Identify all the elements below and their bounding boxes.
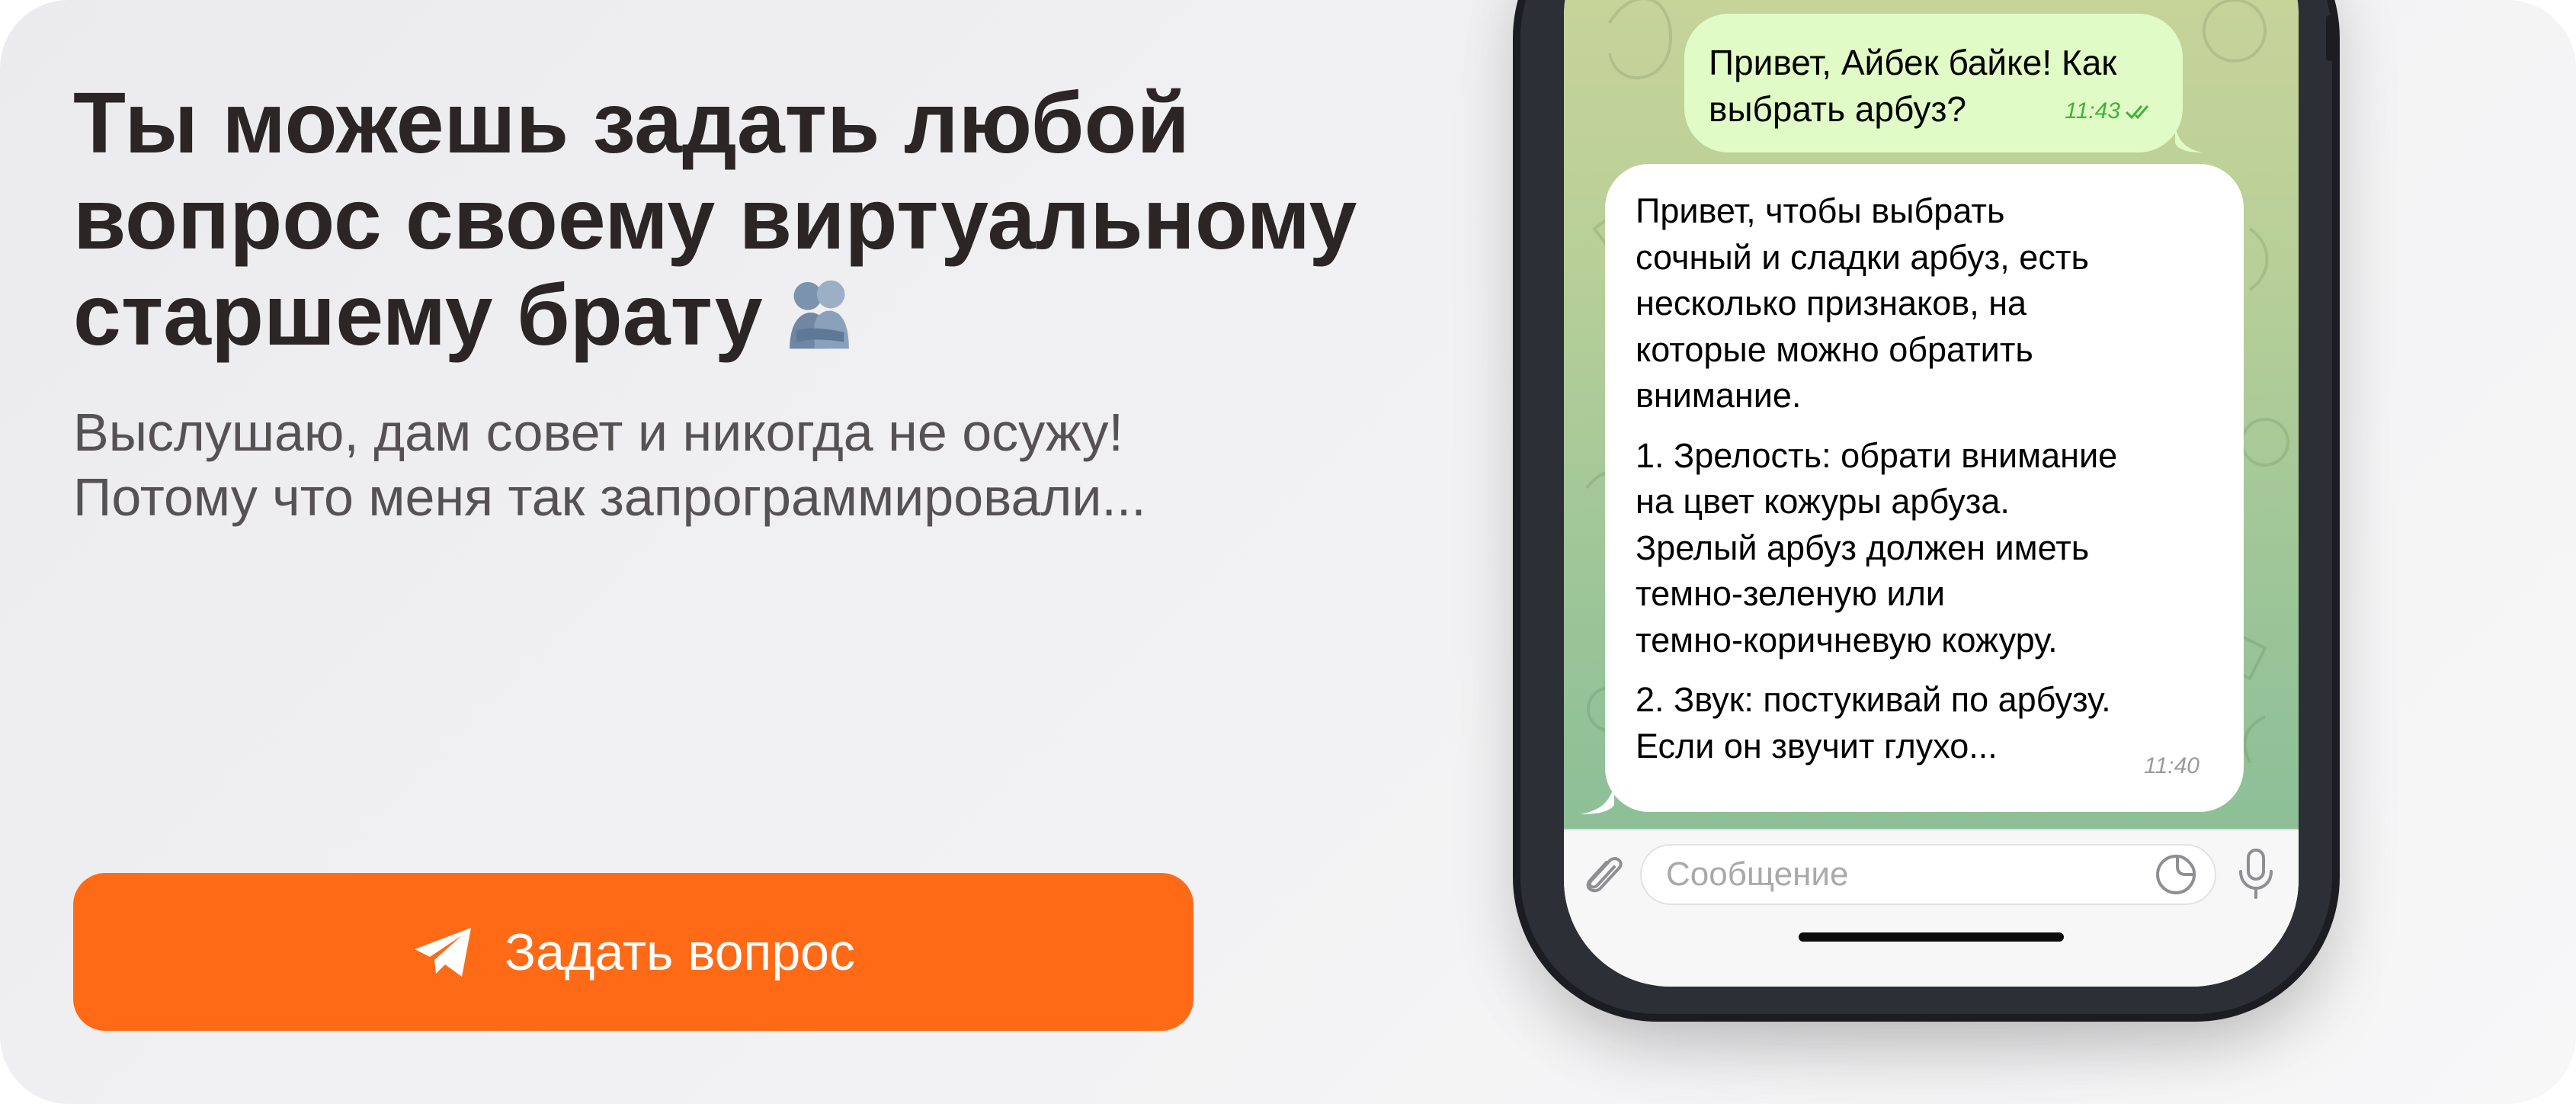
paperclip-icon[interactable]	[1581, 850, 1626, 899]
outgoing-message-meta: 11:43	[2065, 88, 2154, 134]
incoming-message-line: которые можно обратить	[1636, 329, 2033, 369]
incoming-paragraph: Привет, чтобы выбрать сочный и сладки ар…	[1636, 188, 2213, 419]
incoming-message-line: внимание.	[1636, 376, 1802, 415]
incoming-message-line: темно-зеленую или	[1636, 574, 1946, 613]
incoming-message-line: Привет, чтобы выбрать	[1636, 191, 2005, 230]
promo-title-line: старшему брату	[73, 267, 1445, 363]
promo-title-line: Ты можешь задать любой	[73, 75, 1190, 171]
incoming-paragraph: 2. Звук: постукивай по арбузу. Если он з…	[1636, 677, 2213, 769]
promo-card: Ты можешь задать любой вопрос своему вир…	[0, 0, 2576, 1104]
double-check-icon	[2125, 104, 2149, 119]
message-input[interactable]	[1640, 844, 2216, 905]
incoming-bubble-tail	[1581, 784, 1614, 814]
ask-question-button[interactable]: Задать вопрос	[73, 873, 1193, 1031]
incoming-paragraph: 1. Зрелость: обрати внимание на цвет кож…	[1636, 433, 2213, 664]
promo-subtitle-line: Выслушаю, дам совет и никогда не осужу!	[73, 403, 1123, 462]
ask-question-label: Задать вопрос	[505, 923, 855, 981]
message-composer	[1564, 829, 2299, 987]
incoming-message-time: 11:40	[2144, 753, 2200, 778]
phone-side-button	[2326, 15, 2337, 61]
incoming-message-line: темно-коричневую кожуру.	[1636, 620, 2058, 660]
promo-subtitle: Выслушаю, дам совет и никогда не осужу! …	[73, 400, 1369, 530]
outgoing-message[interactable]: Привет, Айбек байке! Как выбрать арбуз? …	[1684, 14, 2183, 152]
incoming-message[interactable]: Привет, чтобы выбрать сочный и сладки ар…	[1605, 164, 2244, 812]
promo-title-line: вопрос своему виртуальному	[73, 171, 1357, 267]
outgoing-bubble-tail	[2175, 127, 2203, 152]
incoming-message-line: на цвет кожуры арбуза.	[1636, 482, 2010, 521]
incoming-message-line: Зрелый арбуз должен иметь	[1636, 528, 2090, 567]
telegram-plane-icon	[415, 927, 471, 977]
incoming-message-line: 1. Зрелость: обрати внимание	[1636, 435, 2118, 475]
promo-title-line-text: старшему брату	[73, 267, 763, 363]
sticker-icon[interactable]	[2155, 853, 2197, 896]
chat-background: Привет, Айбек байке! Как выбрать арбуз? …	[1564, 0, 2299, 829]
home-indicator	[1799, 932, 2064, 942]
incoming-message-line: несколько признаков, на	[1636, 284, 2027, 323]
promo-subtitle-line: Потому что меня так запрограммировали...	[73, 467, 1146, 527]
incoming-message-line: 2. Звук: постукивай по арбузу.	[1636, 680, 2111, 719]
outgoing-message-line: Привет, Айбек байке! Как	[1709, 43, 2117, 82]
phone-screen: Привет, Айбек байке! Как выбрать арбуз? …	[1564, 0, 2299, 987]
incoming-message-line: Если он звучит глухо...	[1636, 726, 1998, 765]
people-hugging-icon	[789, 280, 849, 349]
microphone-icon[interactable]	[2236, 849, 2276, 899]
outgoing-message-time: 11:43	[2065, 98, 2120, 124]
incoming-message-line: сочный и сладки арбуз, есть	[1636, 237, 2089, 277]
promo-title: Ты можешь задать любой вопрос своему вир…	[73, 75, 1445, 363]
